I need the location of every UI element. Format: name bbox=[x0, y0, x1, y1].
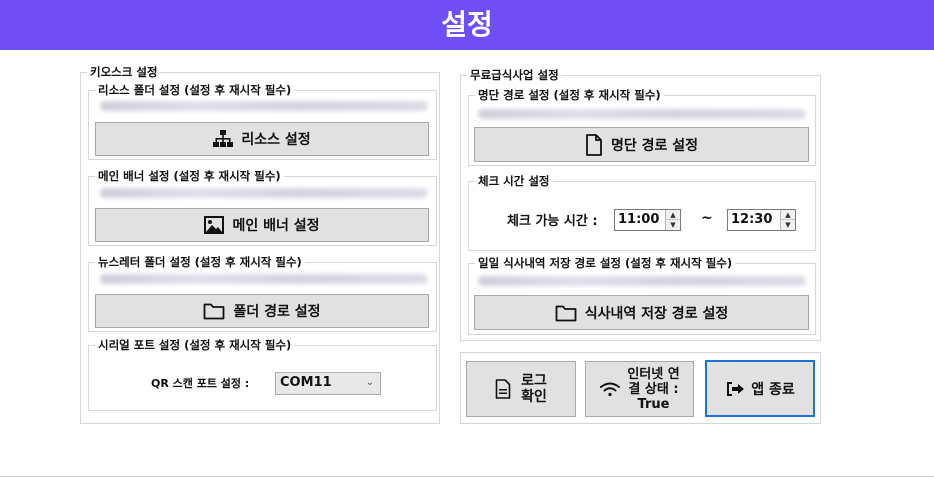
folder-icon bbox=[204, 303, 225, 320]
spin-up-icon[interactable]: ▲ bbox=[666, 210, 680, 220]
resource-settings-button[interactable]: 리소스 설정 bbox=[95, 122, 429, 156]
roster-path-button[interactable]: 명단 경로 설정 bbox=[474, 127, 809, 162]
meal-history-button[interactable]: 식사내역 저장 경로 설정 bbox=[474, 295, 809, 330]
main-banner-title: 메인 배너 설정 (설정 후 재시작 필수) bbox=[95, 169, 284, 183]
roster-path-value bbox=[478, 109, 806, 119]
page-title: 설정 bbox=[0, 0, 934, 50]
qr-port-select[interactable]: COM11 ⌄ bbox=[275, 372, 381, 395]
file-icon bbox=[586, 133, 602, 156]
qr-port-label: QR 스캔 포트 설정 : bbox=[151, 377, 250, 390]
meal-history-label: 식사내역 저장 경로 설정 bbox=[584, 305, 729, 322]
start-time-value: 11:00 bbox=[618, 212, 660, 227]
spin-down-icon[interactable]: ▼ bbox=[781, 220, 795, 230]
resource-settings-label: 리소스 설정 bbox=[241, 132, 311, 148]
newsletter-path-value bbox=[100, 274, 428, 284]
roster-path-title: 명단 경로 설정 (설정 후 재시작 필수) bbox=[475, 88, 664, 102]
document-icon bbox=[495, 379, 511, 399]
spin-up-icon[interactable]: ▲ bbox=[781, 210, 795, 220]
chevron-down-icon: ⌄ bbox=[365, 377, 374, 388]
spin-down-icon[interactable]: ▼ bbox=[666, 220, 680, 230]
main-banner-button[interactable]: 메인 배너 설정 bbox=[95, 208, 429, 242]
end-time-picker[interactable]: 12:30 ▲ ▼ bbox=[727, 209, 796, 231]
folder-icon bbox=[555, 305, 577, 321]
network-status-line2: 결 상태 : bbox=[628, 381, 679, 397]
meal-history-title: 일일 식사내역 저장 경로 설정 (설정 후 재시작 필수) bbox=[475, 256, 736, 270]
check-time-title: 체크 시간 설정 bbox=[475, 174, 553, 188]
kiosk-settings-title: 키오스크 설정 bbox=[87, 65, 161, 79]
sitemap-icon bbox=[213, 130, 234, 147]
newsletter-folder-label: 폴더 경로 설정 bbox=[233, 304, 321, 320]
log-view-label-line2: 확인 bbox=[521, 389, 547, 405]
serial-port-title: 시리얼 포트 설정 (설정 후 재시작 필수) bbox=[95, 338, 295, 352]
sign-out-icon bbox=[727, 381, 745, 396]
newsletter-folder-title: 뉴스레터 폴더 설정 (설정 후 재시작 필수) bbox=[95, 255, 305, 269]
resource-path-value bbox=[100, 101, 428, 111]
serial-port-group: 시리얼 포트 설정 (설정 후 재시작 필수) bbox=[88, 338, 437, 411]
exit-app-label: 앱 종료 bbox=[751, 381, 795, 398]
history-path-value bbox=[478, 276, 806, 286]
wifi-icon bbox=[600, 382, 621, 397]
network-status-line1: 인터넷 연 bbox=[627, 366, 680, 382]
check-time-label: 체크 가능 시간 : bbox=[507, 214, 598, 229]
network-status-value: True bbox=[637, 396, 670, 412]
main-banner-label: 메인 배너 설정 bbox=[232, 218, 320, 234]
newsletter-folder-button[interactable]: 폴더 경로 설정 bbox=[95, 294, 429, 328]
resource-folder-title: 리소스 폴더 설정 (설정 후 재시작 필수) bbox=[95, 83, 295, 97]
banner-path-value bbox=[100, 188, 428, 198]
log-view-label-line1: 로그 bbox=[521, 373, 547, 389]
end-time-value: 12:30 bbox=[731, 212, 773, 227]
meal-program-title: 무료급식사업 설정 bbox=[467, 68, 562, 82]
qr-port-value: COM11 bbox=[280, 375, 332, 390]
exit-app-button[interactable]: 앱 종료 bbox=[705, 360, 815, 417]
start-time-picker[interactable]: 11:00 ▲ ▼ bbox=[614, 209, 681, 231]
log-view-button[interactable]: 로그 확인 bbox=[466, 361, 576, 417]
bottom-divider bbox=[0, 476, 934, 477]
network-status-button[interactable]: 인터넷 연 결 상태 : True bbox=[585, 361, 694, 417]
roster-path-label: 명단 경로 설정 bbox=[610, 137, 699, 154]
image-icon bbox=[204, 216, 225, 234]
time-separator: ~ bbox=[701, 210, 713, 226]
